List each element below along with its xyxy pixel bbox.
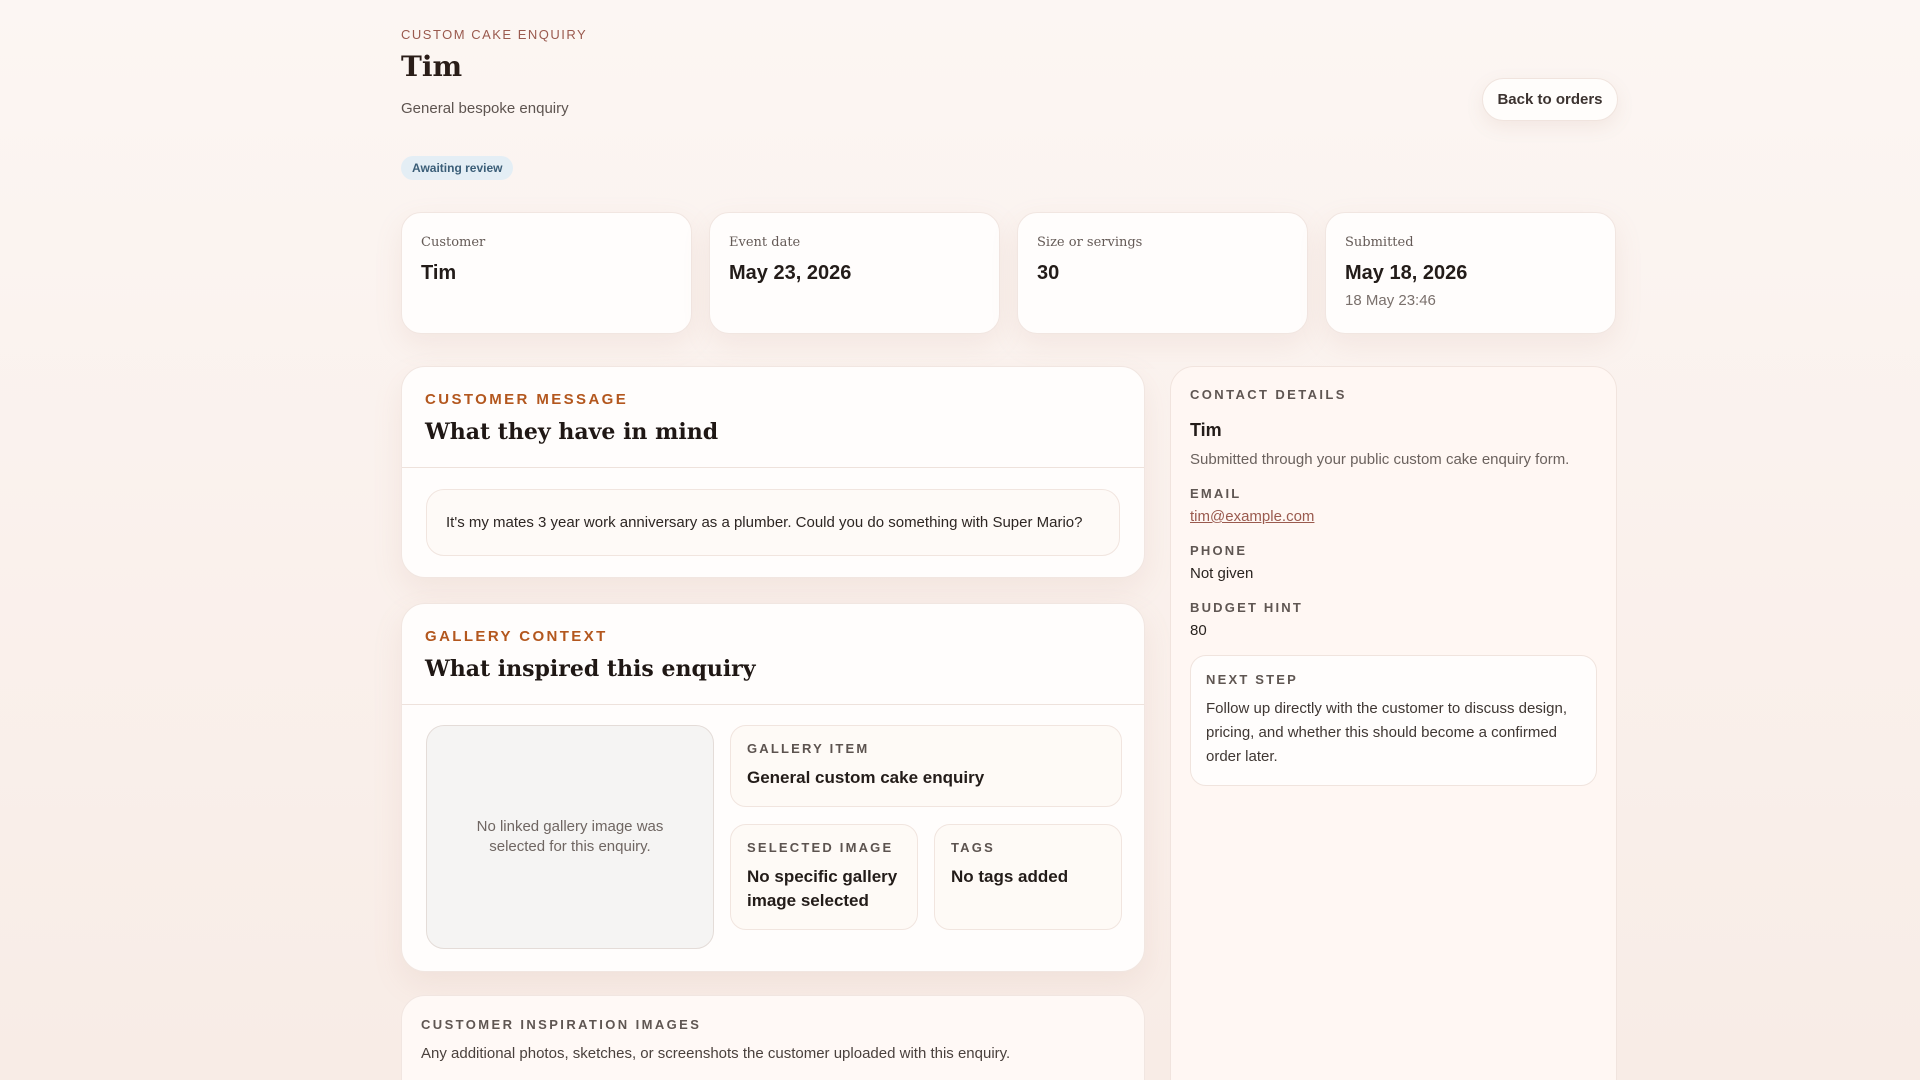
customer-inspiration-panel: CUSTOMER INSPIRATION IMAGES Any addition… <box>401 995 1145 1080</box>
gallery-body: No linked gallery image was selected for… <box>402 705 1144 969</box>
stat-value: May 23, 2026 <box>729 262 852 284</box>
panel-eyebrow: GALLERY CONTEXT <box>425 628 608 645</box>
stat-card-submitted: Submitted May 18, 2026 18 May 23:46 <box>1325 212 1616 334</box>
gallery-item-label: GALLERY ITEM <box>747 741 870 756</box>
panel-header: CUSTOMER MESSAGE What they have in mind <box>402 367 1144 468</box>
selected-image-value: No specific gallery image selected <box>747 867 898 910</box>
customer-message: It's my mates 3 year work anniversary as… <box>426 489 1120 556</box>
stat-label: Size or servings <box>1037 235 1143 250</box>
gallery-context-panel: GALLERY CONTEXT What inspired this enqui… <box>401 603 1145 972</box>
tags-card: TAGS No tags added <box>934 824 1122 930</box>
next-step-label: NEXT STEP <box>1206 672 1299 687</box>
page-subtitle: General bespoke enquiry <box>401 100 569 117</box>
stat-label: Submitted <box>1345 235 1414 250</box>
status-badge: Awaiting review <box>401 156 514 180</box>
page-title: Tim <box>401 50 463 83</box>
email-link[interactable]: tim@example.com <box>1190 508 1314 525</box>
stat-sub: 18 May 23:46 <box>1345 292 1436 309</box>
contact-description: Submitted through your public custom cak… <box>1190 451 1570 468</box>
inspiration-eyebrow: CUSTOMER INSPIRATION IMAGES <box>421 1017 702 1032</box>
tags-label: TAGS <box>951 840 995 855</box>
email-label: EMAIL <box>1190 486 1242 501</box>
email-row: tim@example.com <box>1190 508 1597 525</box>
page-eyebrow: CUSTOM CAKE ENQUIRY <box>401 27 588 42</box>
gallery-item-value: General custom cake enquiry <box>747 768 985 787</box>
contact-eyebrow: CONTACT DETAILS <box>1190 387 1347 402</box>
gallery-image-placeholder: No linked gallery image was selected for… <box>426 725 714 949</box>
stat-value: Tim <box>421 262 457 284</box>
stat-card-event-date: Event date May 23, 2026 <box>709 212 1000 334</box>
phone-label: PHONE <box>1190 543 1248 558</box>
back-to-orders-button[interactable]: Back to orders <box>1482 78 1618 121</box>
gallery-item-card: GALLERY ITEM General custom cake enquiry <box>730 725 1122 807</box>
tags-value: No tags added <box>951 867 1069 886</box>
budget-label: BUDGET HINT <box>1190 600 1304 615</box>
contact-details-panel: CONTACT DETAILS Tim Submitted through yo… <box>1170 366 1617 1080</box>
stat-value: 30 <box>1037 262 1060 284</box>
next-step-card: NEXT STEP Follow up directly with the cu… <box>1190 655 1597 786</box>
inspiration-text: Any additional photos, sketches, or scre… <box>421 1045 1011 1062</box>
panel-title: What inspired this enquiry <box>425 656 756 682</box>
selected-image-card: SELECTED IMAGE No specific gallery image… <box>730 824 918 930</box>
stat-value: May 18, 2026 <box>1345 262 1468 284</box>
enquiry-page: CUSTOM CAKE ENQUIRY Tim General bespoke … <box>0 0 1920 1080</box>
panel-title: What they have in mind <box>425 419 719 445</box>
stat-label: Event date <box>729 235 801 250</box>
stat-label: Customer <box>421 235 486 250</box>
panel-header: GALLERY CONTEXT What inspired this enqui… <box>402 604 1144 705</box>
phone-value: Not given <box>1190 565 1254 582</box>
next-step-text: Follow up directly with the customer to … <box>1206 700 1567 765</box>
panel-eyebrow: CUSTOMER MESSAGE <box>425 391 629 408</box>
contact-name: Tim <box>1190 420 1222 440</box>
stat-card-customer: Customer Tim <box>401 212 692 334</box>
budget-value: 80 <box>1190 622 1207 639</box>
selected-image-label: SELECTED IMAGE <box>747 840 894 855</box>
customer-message-panel: CUSTOMER MESSAGE What they have in mind … <box>401 366 1145 578</box>
stat-card-size: Size or servings 30 <box>1017 212 1308 334</box>
